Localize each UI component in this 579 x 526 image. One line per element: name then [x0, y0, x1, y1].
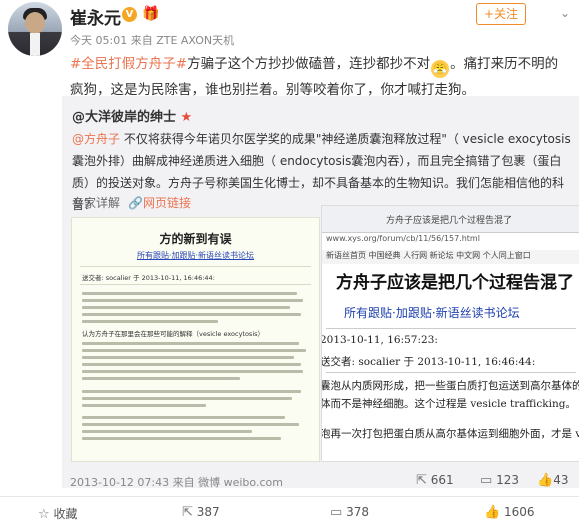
image1-title: 方的新到有误: [159, 232, 232, 246]
chevron-down-icon[interactable]: ⌄: [560, 6, 570, 20]
image1-para-label: 认为方舟子在那里会在那些可能的解释（vesicle exocytosis）: [82, 330, 265, 338]
share-icon: ⇱: [182, 505, 193, 520]
image2-tab: 方舟子应该是把几个过程告混了: [386, 216, 513, 226]
share-icon: ⇱: [416, 473, 427, 488]
quoted-user[interactable]: @大洋彼岸的绅士 ★: [72, 106, 192, 125]
forward-button[interactable]: ⇱ 387: [182, 505, 220, 520]
comment-button[interactable]: ▭ 378: [330, 505, 369, 520]
image2-sender: 送交者: socalier 于 2013-10-11, 16:46:44:: [321, 356, 536, 368]
image2-headline: 方舟子应该是把几个过程告混了: [336, 273, 574, 293]
image2-date: 2013-10-11, 16:57:23:: [321, 334, 438, 346]
image2-line-b: 体而不是神经细胞。这个过程是 vesicle trafficking。: [321, 398, 576, 410]
post-text-part1: 方骗子这个方抄抄做磕普，连抄都抄不对: [187, 56, 431, 72]
avatar[interactable]: [8, 2, 62, 56]
link-icon: 🔗: [128, 196, 143, 210]
like-button[interactable]: 👍 1606: [484, 505, 535, 520]
follow-button[interactable]: +关注: [476, 3, 526, 25]
gift-icon[interactable]: 🎁: [142, 6, 159, 22]
post-meta: 今天 05:01 来自 ZTE AXON天机: [70, 34, 235, 47]
image1-links: 所有跟贴·加跟贴·新语丝读书论坛: [136, 251, 255, 260]
image2-links: 所有跟贴·加跟贴·新语丝读书论坛: [344, 306, 520, 320]
image2-line-c: 泡再一次打包把蛋白质从高尔基体运到细胞外面，才是 ve: [321, 428, 579, 440]
like-icon: 👍: [537, 473, 554, 488]
favorite-button[interactable]: ☆ 收藏: [38, 505, 78, 522]
post-text: #全民打假方舟子#方骗子这个方抄抄做磕普，连抄都抄不对 😤 。痛打来历不明的疯狗，这…: [70, 52, 570, 102]
hashtag-link[interactable]: #全民打假方舟子#: [70, 56, 187, 72]
comment-icon: ▭: [480, 473, 493, 488]
image2-nav: 新语丝首页 中国经典 人行网 新论坛 中文网 个人同上窗口: [322, 250, 579, 264]
web-link[interactable]: 🔗网页链接: [128, 194, 191, 211]
detail-label: 专家详解: [72, 196, 121, 210]
quote-like-stat[interactable]: 👍43: [537, 473, 568, 488]
screenshot-image-1[interactable]: 方的新到有误 所有跟贴·加跟贴·新语丝读书论坛 送交者: socalier 于 …: [71, 217, 320, 462]
image2-url: www.xys.org/forum/cb/11/56/157.html: [326, 234, 480, 243]
screenshot-image-2[interactable]: 方舟子应该是把几个过程告混了 www.xys.org/forum/cb/11/5…: [321, 205, 579, 462]
quote-share-stat[interactable]: ⇱ 661: [416, 473, 454, 488]
mention-link[interactable]: @方舟子: [72, 132, 120, 146]
favorite-icon: ☆: [38, 507, 50, 522]
quote-comment-stat[interactable]: ▭ 123: [480, 473, 519, 488]
username[interactable]: 崔永元: [70, 4, 121, 29]
image2-line-a: 囊泡从内质网形成，把一些蛋白质打包运送到高尔基体的: [321, 380, 579, 392]
verified-badge-icon: V: [122, 7, 137, 22]
emoji-icon: 😤: [431, 60, 450, 78]
image1-sender: 送交者: socalier 于 2013-10-11, 16:46:44:: [82, 274, 215, 282]
star-icon: ★: [180, 110, 193, 125]
comment-icon: ▭: [330, 505, 343, 520]
quote-timestamp[interactable]: 2013-10-12 07:43 来自 微博 weibo.com: [70, 474, 283, 490]
like-icon: 👍: [484, 505, 501, 520]
